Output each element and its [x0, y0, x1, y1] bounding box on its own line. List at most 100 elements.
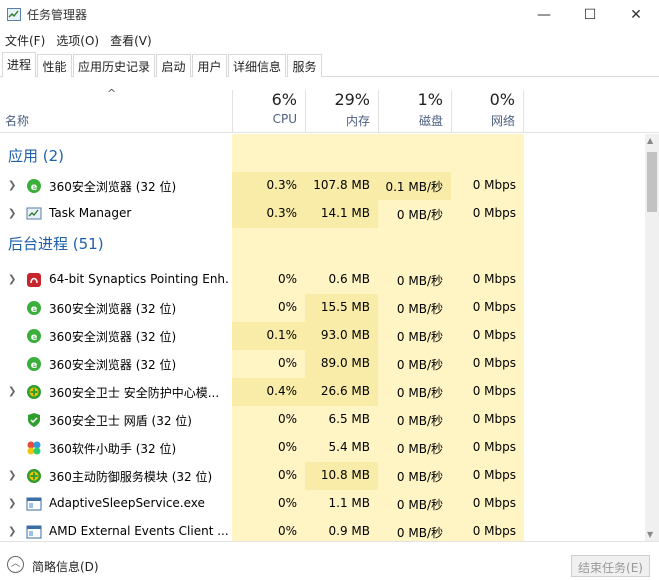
disk-value: 0 MB/秒 — [378, 462, 451, 490]
process-name: AdaptiveSleepService.exe — [49, 496, 205, 510]
process-row[interactable]: 360软件小助手 (32 位) 0% 5.4 MB 0 MB/秒 0 Mbps — [0, 434, 645, 462]
cpu-value: 0.3% — [232, 172, 305, 200]
scrollbar-thumb[interactable] — [647, 152, 657, 212]
disk-value: 0 MB/秒 — [378, 200, 451, 228]
cpu-value: 0.3% — [232, 200, 305, 228]
heat-cell-empty — [378, 134, 451, 172]
minimize-button[interactable]: — — [521, 0, 567, 30]
heat-cell-empty — [378, 228, 451, 266]
process-row[interactable]: ❯ 64-bit Synaptics Pointing Enh... 0% 0.6 M… — [0, 266, 645, 294]
tab-details[interactable]: 详细信息 — [228, 54, 286, 77]
vertical-scrollbar[interactable]: ▲ ▼ — [645, 134, 659, 541]
cpu-total-percent: 6% — [271, 90, 297, 109]
tab-performance[interactable]: 性能 — [37, 54, 72, 77]
heat-cell-empty — [232, 228, 305, 266]
disk-value: 0 MB/秒 — [378, 406, 451, 434]
end-task-button[interactable]: 结束任务(E) — [571, 555, 650, 577]
process-row[interactable]: ❯ 360主动防御服务模块 (32 位) 0% 10.8 MB 0 MB/秒 0 Mbps — [0, 462, 645, 490]
tab-users[interactable]: 用户 — [192, 54, 227, 77]
cpu-value: 0% — [232, 490, 305, 518]
scroll-up-icon[interactable]: ▲ — [647, 136, 653, 145]
network-value: 0 Mbps — [451, 322, 524, 350]
360-netshield-icon — [26, 412, 42, 428]
memory-value: 0.9 MB — [305, 518, 378, 541]
process-row[interactable]: e 360安全浏览器 (32 位) 0% 15.5 MB 0 MB/秒 0 Mbps — [0, 294, 645, 322]
expand-chevron-icon[interactable]: ❯ — [8, 526, 16, 537]
service-window-icon — [26, 524, 42, 540]
memory-value: 15.5 MB — [305, 294, 378, 322]
process-row[interactable]: e 360安全浏览器 (32 位) 0.1% 93.0 MB 0 MB/秒 0 Mbps — [0, 322, 645, 350]
process-name: 360安全卫士 安全防护中心模... — [49, 386, 220, 400]
process-name: 360安全卫士 网盾 (32 位) — [49, 414, 192, 428]
disk-total-percent: 1% — [417, 90, 443, 109]
expand-chevron-icon[interactable]: ❯ — [8, 498, 16, 509]
cpu-label: CPU — [272, 112, 297, 126]
expand-chevron-icon[interactable]: ❯ — [8, 274, 16, 285]
fewer-details-link[interactable]: 简略信息(D) — [32, 558, 99, 575]
column-memory[interactable]: 29% 内存 — [305, 90, 378, 133]
360-browser-icon: e — [26, 356, 42, 372]
column-disk[interactable]: 1% 磁盘 — [378, 90, 451, 133]
memory-value: 93.0 MB — [305, 322, 378, 350]
column-name[interactable]: 名称 — [5, 112, 29, 129]
group-header-row[interactable]: 后台进程 (51) — [0, 228, 645, 266]
disk-value: 0 MB/秒 — [378, 434, 451, 462]
network-value: 0 Mbps — [451, 490, 524, 518]
menu-view[interactable]: 查看(V) — [105, 30, 158, 50]
process-row[interactable]: ❯ 360安全卫士 安全防护中心模... 0.4% 26.6 MB 0 MB/秒 0 Mb… — [0, 378, 645, 406]
heat-cell-empty — [305, 228, 378, 266]
expand-chevron-icon[interactable]: ❯ — [8, 208, 16, 219]
scroll-down-icon[interactable]: ▼ — [647, 530, 653, 539]
process-row[interactable]: e 360安全浏览器 (32 位) 0% 89.0 MB 0 MB/秒 0 Mbps — [0, 350, 645, 378]
process-name: 360软件小助手 (32 位) — [49, 442, 177, 456]
group-header-row[interactable]: 应用 (2) — [0, 134, 645, 172]
network-value: 0 Mbps — [451, 294, 524, 322]
close-button[interactable]: ✕ — [613, 0, 659, 30]
360-browser-icon: e — [26, 178, 42, 194]
disk-value: 0 MB/秒 — [378, 490, 451, 518]
cpu-value: 0% — [232, 434, 305, 462]
task-manager-app-icon — [7, 8, 21, 21]
process-name: 360安全浏览器 (32 位) — [49, 358, 177, 372]
collapse-up-icon[interactable]: ︿ — [7, 556, 24, 573]
cpu-value: 0% — [232, 462, 305, 490]
360-software-helper-icon — [26, 440, 42, 456]
sort-ascending-icon: ^ — [107, 87, 117, 100]
heat-cell-empty — [232, 134, 305, 172]
memory-total-percent: 29% — [334, 90, 370, 109]
svg-text:e: e — [31, 182, 38, 193]
title-bar: 任务管理器 — ☐ ✕ — [0, 0, 659, 30]
column-network[interactable]: 0% 网络 — [451, 90, 524, 133]
heat-cell-empty — [451, 134, 524, 172]
task-manager-icon — [26, 206, 42, 222]
cpu-value: 0% — [232, 406, 305, 434]
process-row[interactable]: ❯ AdaptiveSleepService.exe 0% 1.1 MB 0 MB/秒 0… — [0, 490, 645, 518]
process-name: AMD External Events Client ... — [49, 524, 229, 538]
cpu-value: 0% — [232, 518, 305, 541]
tab-app-history[interactable]: 应用历史记录 — [73, 54, 155, 77]
menu-options[interactable]: 选项(O) — [51, 30, 105, 50]
expand-chevron-icon[interactable]: ❯ — [8, 180, 16, 191]
service-window-icon — [26, 496, 42, 512]
process-name: Task Manager — [49, 206, 132, 220]
process-row[interactable]: ❯ AMD External Events Client ... 0% 0.9 MB 0… — [0, 518, 645, 541]
process-row[interactable]: ❯ e 360安全浏览器 (32 位) 0.3% 107.8 MB 0.1 MB/秒 0 M… — [0, 172, 645, 200]
network-label: 网络 — [490, 114, 515, 128]
memory-label: 内存 — [345, 114, 370, 128]
column-cpu[interactable]: 6% CPU — [232, 90, 305, 133]
maximize-button[interactable]: ☐ — [567, 0, 613, 30]
disk-value: 0 MB/秒 — [378, 350, 451, 378]
menu-file[interactable]: 文件(F) — [0, 30, 51, 50]
expand-chevron-icon[interactable]: ❯ — [8, 386, 16, 397]
process-row[interactable]: 360安全卫士 网盾 (32 位) 0% 6.5 MB 0 MB/秒 0 Mbps — [0, 406, 645, 434]
process-name: 360主动防御服务模块 (32 位) — [49, 470, 213, 484]
process-row[interactable]: ❯ Task Manager 0.3% 14.1 MB 0 MB/秒 0 Mbps — [0, 200, 645, 228]
expand-chevron-icon[interactable]: ❯ — [8, 470, 16, 481]
window-title: 任务管理器 — [27, 8, 88, 22]
memory-value: 5.4 MB — [305, 434, 378, 462]
tab-startup[interactable]: 启动 — [156, 54, 191, 77]
tab-processes[interactable]: 进程 — [2, 52, 36, 78]
360-browser-icon: e — [26, 328, 42, 344]
tab-services[interactable]: 服务 — [287, 54, 322, 77]
cpu-value: 0% — [232, 350, 305, 378]
